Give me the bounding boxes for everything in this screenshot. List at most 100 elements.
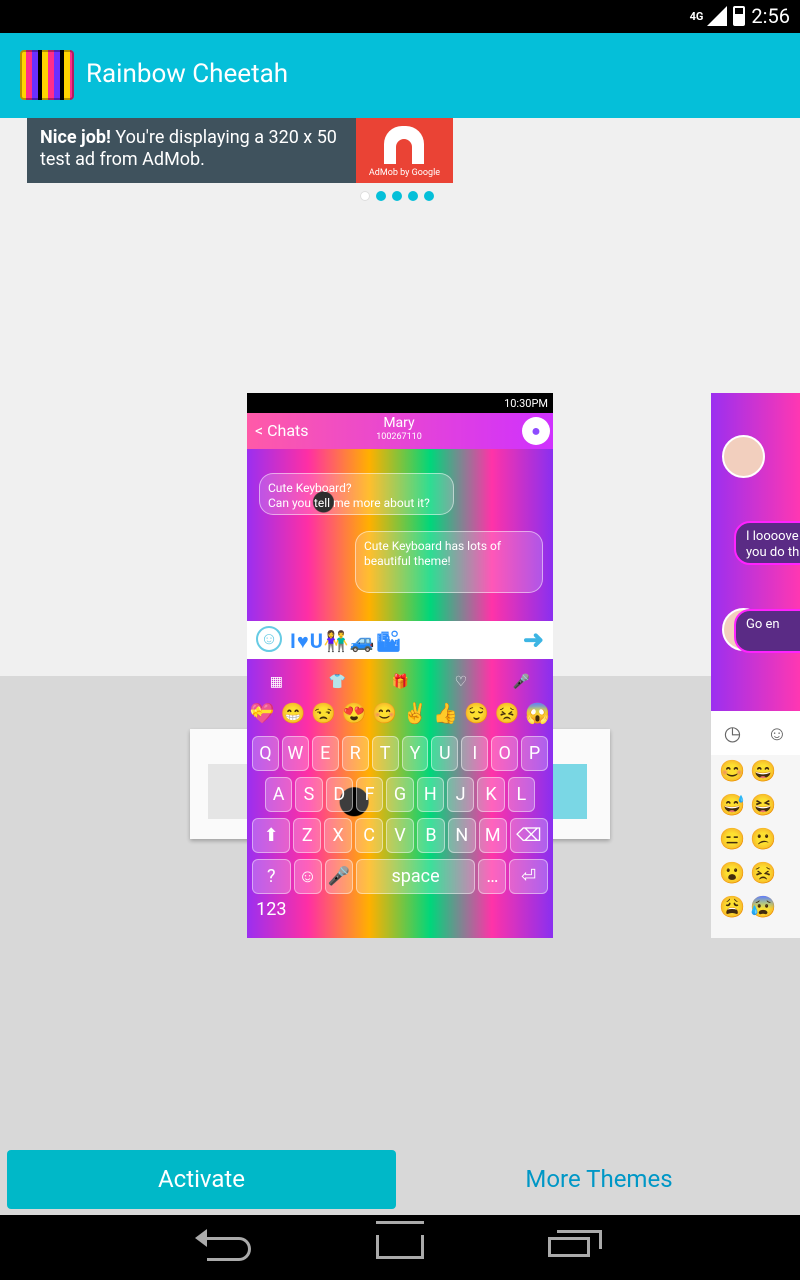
more-themes-button[interactable]: More Themes — [409, 1150, 789, 1209]
key-q: Q — [252, 736, 279, 771]
network-label: 4G — [689, 9, 704, 23]
key-i: I — [461, 736, 489, 771]
emoji-item: 😣 — [494, 701, 520, 725]
preview-message-bubble-1: Cute Keyboard? Can you tell me more abou… — [259, 473, 454, 515]
signal-icon — [707, 6, 728, 26]
key-n: N — [447, 818, 476, 853]
ad-bold-text: Nice job! — [40, 127, 111, 148]
key-l: L — [507, 777, 535, 812]
key-m: M — [478, 818, 507, 853]
battery-icon — [733, 6, 746, 26]
app-bar: Rainbow Cheetah — [0, 33, 800, 118]
bottom-actions: Activate More Themes — [0, 1141, 800, 1215]
keyboard-row-1: QWERTYUIOP — [247, 736, 553, 771]
next-message-bubble-2: Go en — [734, 609, 800, 653]
navigation-bar — [0, 1215, 800, 1280]
send-arrow-icon: ➜ — [523, 626, 544, 655]
emoji-item: 😌 — [464, 701, 489, 725]
next-message-bubble-1: I loooove you do th — [734, 521, 800, 565]
key-g: G — [386, 777, 414, 812]
preview-contact: Mary 100267110 — [367, 416, 431, 444]
key-c: C — [355, 818, 384, 853]
key-e: E — [311, 736, 339, 771]
content-area: Nice job! You're displaying a 320 x 50 t… — [0, 118, 800, 1215]
app-icon — [20, 50, 74, 100]
contact-avatar-icon: ● — [522, 417, 550, 445]
gift-icon: 🎁 — [391, 674, 410, 690]
preview-message-bubble-2: Cute Keyboard has lots of beautiful them… — [355, 531, 543, 593]
key-k: K — [477, 777, 505, 812]
key-b: B — [416, 818, 445, 853]
theme-preview-main[interactable]: 10:30PM < Chats Mary 100267110 ● Cute Ke… — [247, 393, 553, 938]
preview-contact-id: 100267110 — [376, 432, 422, 442]
emoji-key-icon: ☺ — [293, 859, 322, 894]
recent-apps-icon[interactable] — [548, 1230, 602, 1257]
keyboard-row-3: ⬆ Z X C V B N M ⌫ — [247, 818, 553, 853]
page-dot — [424, 191, 434, 201]
keyboard-toolbar: ▦ 👕 🎁 ♡ 🎤 — [247, 668, 553, 696]
key-z: Z — [293, 818, 322, 853]
shirt-icon: 👕 — [328, 674, 347, 690]
key-r: R — [341, 736, 369, 771]
emoji-item: ✌ — [402, 701, 428, 725]
backspace-icon: ⌫ — [509, 818, 549, 853]
admob-logo: AdMob by Google — [356, 118, 453, 183]
preview-chat-header: < Chats Mary 100267110 ● — [247, 413, 553, 449]
contact-avatar-icon — [722, 435, 765, 478]
grid-icon: ▦ — [269, 674, 284, 690]
theme-preview-next[interactable]: I loooove you do th Go en ◷ ☺ 😊 😄 😅 😆 😑 😕 😮 … — [711, 393, 800, 938]
key-d: D — [325, 777, 353, 812]
mic-key-icon: 🎤 — [324, 859, 353, 894]
recent-clock-icon: ◷ — [723, 721, 742, 745]
status-bar: 4G 2:56 — [0, 0, 800, 33]
back-icon[interactable] — [195, 1229, 251, 1261]
key-j: J — [446, 777, 475, 812]
preview-input-row: ☺ I♥U👫🚙🏙 ➜ — [247, 621, 553, 659]
ad-text: Nice job! You're displaying a 320 x 50 t… — [40, 127, 350, 171]
key-s: S — [295, 777, 323, 812]
key-x: X — [324, 818, 353, 853]
preview-keyboard: ▦ 👕 🎁 ♡ 🎤 💝 😁 😒 😍 😊 ✌ 👍 😌 😣 😱 QWERTYUIOP ASDFGHJK… — [247, 668, 553, 938]
preview-status-bar: 10:30PM — [247, 393, 553, 413]
emoji-item: 👍 — [433, 701, 459, 725]
admob-logo-label: AdMob by Google — [368, 168, 441, 178]
key-t: T — [371, 736, 399, 771]
emoji-tabs: ◷ ☺ — [711, 711, 800, 755]
microphone-icon: 🎤 — [512, 674, 531, 690]
key-y: Y — [401, 736, 429, 771]
enter-icon: ⏎ — [509, 859, 548, 894]
preview-back-label: < Chats — [255, 421, 309, 440]
space-key: space — [355, 859, 476, 894]
admob-mark-icon — [384, 126, 424, 164]
home-icon[interactable] — [376, 1235, 424, 1259]
key-v: V — [386, 818, 414, 853]
key-o: O — [491, 736, 519, 771]
ad-banner[interactable]: Nice job! You're displaying a 320 x 50 t… — [27, 118, 453, 183]
period-key: … — [478, 859, 507, 894]
key-u: U — [431, 736, 459, 771]
key-h: H — [416, 777, 444, 812]
keyboard-row-4: ?123 ☺ 🎤 space… ⏎ — [247, 859, 553, 920]
emoji-grid: 😊 😄 😅 😆 😑 😕 😮 😣 😩 😰 — [711, 755, 800, 938]
heart-icon: ♡ — [454, 674, 468, 690]
emoji-item: 😱 — [525, 701, 551, 725]
symbols-key: ?123 — [252, 859, 291, 920]
emoji-suggestion-row: 💝 😁 😒 😍 😊 ✌ 👍 😌 😣 😱 — [247, 696, 553, 730]
page-dot — [360, 191, 370, 201]
keyboard-row-2: ASDFGHJKL — [247, 777, 553, 812]
emoji-item: 😁 — [280, 701, 306, 725]
activate-button[interactable]: Activate — [7, 1150, 396, 1209]
emoji-item: 😍 — [341, 701, 367, 725]
key-p: P — [521, 736, 549, 771]
key-a: A — [265, 777, 293, 812]
preview-contact-name: Mary — [383, 415, 415, 431]
smile-icon: ☺ — [256, 626, 282, 652]
app-title: Rainbow Cheetah — [86, 59, 289, 89]
status-time: 2:56 — [751, 4, 790, 28]
emoji-item: 💝 — [249, 701, 275, 725]
emoji-item: 😒 — [311, 701, 336, 725]
preview-input-value: I♥U👫🚙🏙 — [290, 629, 403, 653]
page-dot — [376, 191, 386, 201]
key-w: W — [281, 736, 309, 771]
emoji-item: 😊 — [372, 701, 398, 725]
